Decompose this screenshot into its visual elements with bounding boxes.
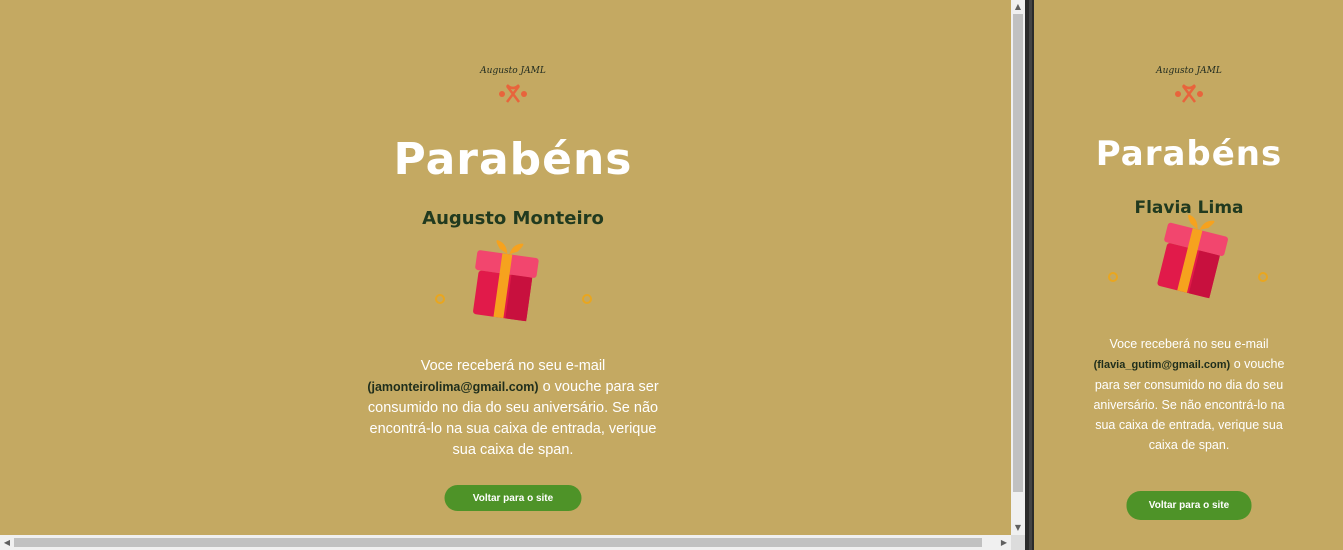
- email-address: (jamonteirolima@gmail.com): [367, 380, 539, 394]
- confetti-dot-icon: [1258, 272, 1268, 282]
- scroll-arrow-left-icon[interactable]: ◀: [0, 535, 14, 550]
- back-to-site-button[interactable]: Voltar para o site: [1126, 491, 1252, 520]
- brand-logo-icon: [499, 84, 527, 103]
- desktop-viewport: Augusto JAML Parabéns Augusto Monteiro V…: [0, 0, 1011, 535]
- email-address: (flavia_gutim@gmail.com): [1093, 359, 1231, 371]
- message-before: Voce receberá no seu e-mail: [420, 358, 606, 374]
- pane-divider-line: [1029, 0, 1032, 550]
- brand-logo-icon: [1175, 84, 1203, 103]
- scroll-arrow-right-icon[interactable]: ▶: [997, 535, 1011, 550]
- brand-name: Augusto JAML: [480, 66, 546, 76]
- horizontal-scroll-thumb[interactable]: [14, 538, 982, 547]
- vertical-scrollbar[interactable]: ▲ ▼: [1011, 0, 1025, 535]
- confetti-dot-icon: [435, 294, 445, 304]
- mobile-viewport: Augusto JAML Parabéns Flavia Lima Voce r…: [1034, 0, 1343, 550]
- page-title: Parabéns: [1095, 134, 1283, 174]
- scrollbar-corner: [1011, 535, 1025, 550]
- gift-icon: [1157, 215, 1228, 299]
- vertical-scroll-thumb[interactable]: [1013, 14, 1023, 492]
- recipient-name: Augusto Monteiro: [422, 208, 604, 229]
- confetti-dot-icon: [582, 294, 592, 304]
- confetti-dot-icon: [1108, 272, 1118, 282]
- scroll-arrow-down-icon[interactable]: ▼: [1011, 521, 1025, 535]
- confirmation-message: Voce receberá no seu e-mail (flavia_guti…: [1087, 334, 1292, 455]
- page-title: Parabéns: [393, 134, 633, 185]
- scroll-arrow-up-icon[interactable]: ▲: [1011, 0, 1025, 14]
- message-before: Voce receberá no seu e-mail: [1109, 337, 1269, 351]
- gift-icon: [473, 240, 539, 322]
- confirmation-message: Voce receberá no seu e-mail (jamonteirol…: [363, 356, 663, 461]
- message-after: o vouche para ser consumido no dia do se…: [1093, 357, 1285, 452]
- brand-name: Augusto JAML: [1156, 66, 1222, 76]
- horizontal-scrollbar[interactable]: ◀ ▶: [0, 535, 1011, 550]
- back-to-site-button[interactable]: Voltar para o site: [444, 485, 582, 511]
